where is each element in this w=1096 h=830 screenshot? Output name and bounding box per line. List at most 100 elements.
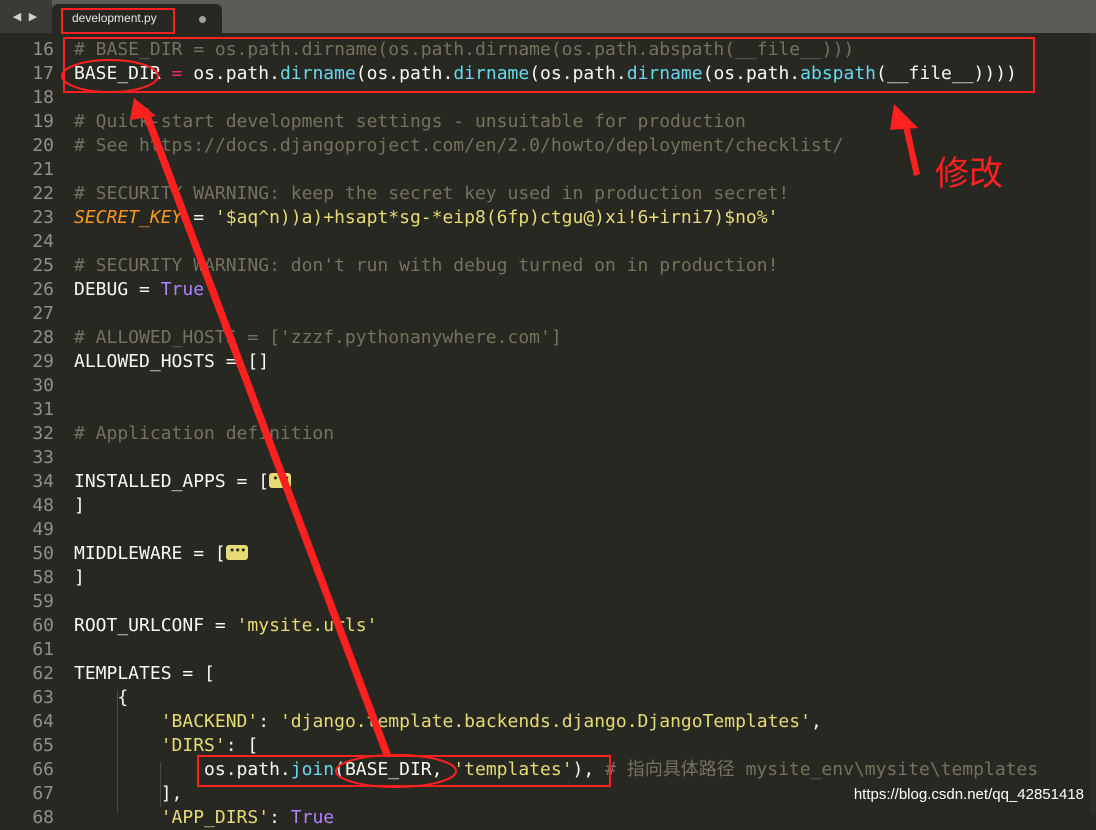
tab-development-py[interactable]: development.py xyxy=(52,4,222,33)
code-line[interactable]: 50 MIDDLEWARE = [ xyxy=(0,539,1090,566)
unsaved-dot-icon[interactable] xyxy=(199,16,206,23)
line-number[interactable]: 18 xyxy=(0,86,54,110)
line-number[interactable]: 19 xyxy=(0,110,54,134)
line-code: # SECURITY WARNING: don't run with debug… xyxy=(74,254,778,278)
code-line[interactable]: 62 TEMPLATES = [ xyxy=(0,662,1090,686)
code-token: ] xyxy=(74,567,85,588)
line-number[interactable]: 49 xyxy=(0,518,54,542)
tab-nav-arrows-icon[interactable]: ◀ ▶ xyxy=(0,0,52,33)
line-number[interactable]: 27 xyxy=(0,302,54,326)
line-code: TEMPLATES = [ xyxy=(74,662,215,686)
code-line[interactable]: 34 INSTALLED_APPS = [ xyxy=(0,467,1090,494)
code-editor[interactable]: 16 # BASE_DIR = os.path.dirname(os.path.d… xyxy=(0,33,1096,828)
code-token: dirname xyxy=(626,63,703,84)
code-token: 'APP_DIRS' xyxy=(160,807,270,828)
code-line[interactable]: 60 ROOT_URLCONF = 'mysite.urls' xyxy=(0,614,1090,638)
code-line[interactable]: 27 xyxy=(0,302,1090,326)
line-number[interactable]: 60 xyxy=(0,614,54,638)
code-token: SECRET_KEY xyxy=(74,207,183,228)
line-number[interactable]: 61 xyxy=(0,638,54,662)
code-token: ROOT_URLCONF = xyxy=(74,615,237,636)
code-line[interactable]: 49 xyxy=(0,518,1090,542)
code-line[interactable]: 23 SECRET_KEY = '$aq^n))a)+hsapt*sg-*eip8… xyxy=(0,206,1090,230)
code-token: MIDDLEWARE = [ xyxy=(74,543,226,564)
line-code: # See https://docs.djangoproject.com/en/… xyxy=(74,134,843,158)
tab-bar: ◀ ▶ development.py xyxy=(0,0,1096,33)
code-token: BASE_DIR xyxy=(74,63,172,84)
code-line[interactable]: 65 'DIRS': [ xyxy=(0,734,1090,758)
code-token: 'DIRS' xyxy=(160,735,226,756)
code-line[interactable]: 22 # SECURITY WARNING: keep the secret ke… xyxy=(0,182,1090,206)
code-line[interactable]: 68 'APP_DIRS': True xyxy=(0,806,1090,830)
line-number[interactable]: 62 xyxy=(0,662,54,686)
code-line[interactable]: 24 xyxy=(0,230,1090,254)
code-token: (__file__)))) xyxy=(876,63,1017,84)
code-line[interactable]: 20 # See https://docs.djangoproject.com/e… xyxy=(0,134,1090,158)
line-number[interactable]: 67 xyxy=(0,782,54,806)
line-number[interactable]: 28 xyxy=(0,326,54,350)
line-number[interactable]: 24 xyxy=(0,230,54,254)
code-line[interactable]: 66 os.path.join(BASE_DIR, 'templates'), … xyxy=(0,758,1090,782)
code-token: { xyxy=(74,687,129,708)
line-number[interactable]: 31 xyxy=(0,398,54,422)
code-line[interactable]: 48] xyxy=(0,494,1090,518)
code-line[interactable]: 31 xyxy=(0,398,1090,422)
fold-marker-icon[interactable] xyxy=(269,467,292,491)
line-number[interactable]: 59 xyxy=(0,590,54,614)
code-line[interactable]: 16 # BASE_DIR = os.path.dirname(os.path.d… xyxy=(0,38,1090,62)
line-number[interactable]: 16 xyxy=(0,38,54,62)
line-number[interactable]: 25 xyxy=(0,254,54,278)
line-code: ] xyxy=(74,566,85,590)
line-number[interactable]: 65 xyxy=(0,734,54,758)
line-code: 'DIRS': [ xyxy=(74,734,259,758)
line-number[interactable]: 30 xyxy=(0,374,54,398)
code-line[interactable]: 18 xyxy=(0,86,1090,110)
code-line[interactable]: 29 ALLOWED_HOSTS = [] xyxy=(0,350,1090,374)
code-line[interactable]: 17 BASE_DIR = os.path.dirname(os.path.dir… xyxy=(0,62,1090,86)
code-token: # ALLOWED_HOSTS = ['zzzf.pythonanywhere.… xyxy=(74,327,562,348)
code-token: True xyxy=(160,279,205,300)
code-line[interactable]: 58] xyxy=(0,566,1090,590)
fold-marker-icon[interactable] xyxy=(225,539,248,563)
code-line[interactable]: 33 xyxy=(0,446,1090,470)
code-line[interactable]: 19 # Quick-start development settings - u… xyxy=(0,110,1090,134)
minimap-edge[interactable] xyxy=(1090,33,1096,813)
line-number[interactable]: 34 xyxy=(0,470,54,494)
line-number[interactable]: 20 xyxy=(0,134,54,158)
tab-filename: development.py xyxy=(72,11,157,25)
code-line[interactable]: 64 'BACKEND': 'django.template.backends.… xyxy=(0,710,1090,734)
code-token: (BASE_DIR, xyxy=(334,759,454,780)
line-number[interactable]: 66 xyxy=(0,758,54,782)
line-number[interactable]: 64 xyxy=(0,710,54,734)
line-code: # Application definition xyxy=(74,422,334,446)
line-number[interactable]: 68 xyxy=(0,806,54,830)
line-number[interactable]: 23 xyxy=(0,206,54,230)
line-number[interactable]: 63 xyxy=(0,686,54,710)
code-token: : xyxy=(269,807,291,828)
code-token: 'mysite.urls' xyxy=(236,615,378,636)
code-line[interactable]: 25 # SECURITY WARNING: don't run with deb… xyxy=(0,254,1090,278)
line-number[interactable]: 58 xyxy=(0,566,54,590)
line-number[interactable]: 33 xyxy=(0,446,54,470)
code-line[interactable]: 61 xyxy=(0,638,1090,662)
code-token: # SECURITY WARNING: don't run with debug… xyxy=(74,255,779,276)
line-number[interactable]: 50 xyxy=(0,542,54,566)
line-number[interactable]: 21 xyxy=(0,158,54,182)
line-number[interactable]: 17 xyxy=(0,62,54,86)
code-token: ALLOWED_HOSTS = [] xyxy=(74,351,270,372)
code-token: 'django.template.backends.django.DjangoT… xyxy=(279,711,811,732)
line-number[interactable]: 32 xyxy=(0,422,54,446)
code-line[interactable]: 30 xyxy=(0,374,1090,398)
code-line[interactable]: 32 # Application definition xyxy=(0,422,1090,446)
line-number[interactable]: 22 xyxy=(0,182,54,206)
code-token: # BASE_DIR = os.path.dirname(os.path.dir… xyxy=(74,39,855,60)
code-line[interactable]: 28 # ALLOWED_HOSTS = ['zzzf.pythonanywher… xyxy=(0,326,1090,350)
code-line[interactable]: 63 { xyxy=(0,686,1090,710)
line-number[interactable]: 26 xyxy=(0,278,54,302)
line-number[interactable]: 29 xyxy=(0,350,54,374)
code-line[interactable]: 21 xyxy=(0,158,1090,182)
code-line[interactable]: 59 xyxy=(0,590,1090,614)
code-token: (os.path. xyxy=(529,63,627,84)
code-line[interactable]: 26 DEBUG = True xyxy=(0,278,1090,302)
line-number[interactable]: 48 xyxy=(0,494,54,518)
